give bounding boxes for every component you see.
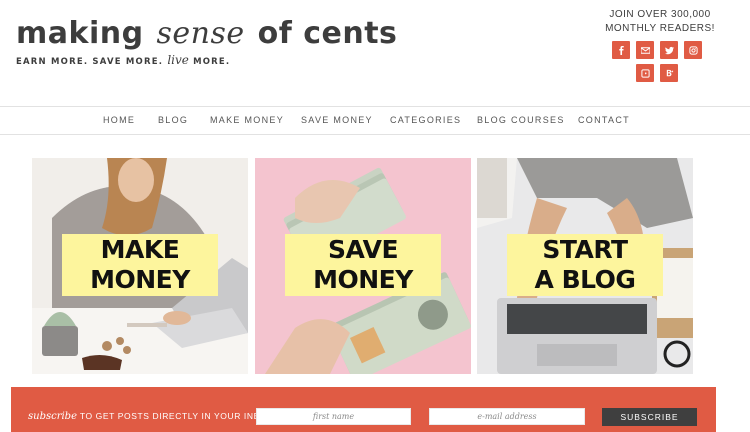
logo-word-making: making <box>16 16 144 51</box>
tile-save-money-line2: MONEY <box>313 265 413 294</box>
subscribe-cta: TO GET POSTS DIRECTLY IN YOUR INBOX! <box>79 411 277 421</box>
tile-make-money[interactable]: MAKE MONEY <box>32 158 248 374</box>
nav-contact[interactable]: CONTACT <box>578 115 630 125</box>
logo-word-of-cents: of cents <box>257 16 398 51</box>
readers-line2: MONTHLY READERS! <box>605 23 715 34</box>
tagline-part1: EARN MORE. SAVE MORE. <box>16 57 164 67</box>
tagline-live: live <box>167 53 189 67</box>
pinterest-icon[interactable] <box>636 64 654 82</box>
tile-save-money-label: SAVE MONEY <box>285 234 441 296</box>
readers-line1: JOIN OVER 300,000 <box>609 9 711 20</box>
facebook-icon[interactable] <box>612 41 630 59</box>
nav-categories[interactable]: CATEGORIES <box>390 115 461 125</box>
nav-blog-courses[interactable]: BLOG COURSES <box>477 115 565 125</box>
tile-make-money-line1: MAKE <box>100 235 180 264</box>
tile-start-a-blog-line1: START <box>542 235 628 264</box>
readers-callout: JOIN OVER 300,000 MONTHLY READERS! <box>600 8 720 36</box>
site-logo[interactable]: making sense of cents EARN MORE. SAVE MO… <box>16 16 397 67</box>
main-nav: HOME BLOG MAKE MONEY SAVE MONEY CATEGORI… <box>0 106 750 135</box>
tile-make-money-line2: MONEY <box>90 265 190 294</box>
email-icon[interactable] <box>636 41 654 59</box>
site-header: making sense of cents EARN MORE. SAVE MO… <box>0 0 750 106</box>
email-field[interactable] <box>429 408 585 425</box>
nav-blog[interactable]: BLOG <box>158 115 188 125</box>
logo-tagline: EARN MORE. SAVE MORE. live MORE. <box>16 53 397 67</box>
subscribe-bar: subscribe TO GET POSTS DIRECTLY IN YOUR … <box>11 387 716 432</box>
bloglovin-icon[interactable] <box>660 64 678 82</box>
nav-save-money[interactable]: SAVE MONEY <box>301 115 373 125</box>
subscribe-text: subscribe TO GET POSTS DIRECTLY IN YOUR … <box>28 411 276 422</box>
tagline-part3: MORE. <box>193 57 231 67</box>
logo-title: making sense of cents <box>16 16 397 52</box>
tile-start-a-blog-label: START A BLOG <box>507 234 663 296</box>
tile-save-money-line1: SAVE <box>327 235 399 264</box>
nav-home[interactable]: HOME <box>103 115 135 125</box>
tile-save-money[interactable]: SAVE MONEY <box>255 158 471 374</box>
subscribe-script: subscribe <box>28 411 78 422</box>
first-name-field[interactable] <box>256 408 411 425</box>
nav-make-money[interactable]: MAKE MONEY <box>210 115 284 125</box>
tile-make-money-label: MAKE MONEY <box>62 234 218 296</box>
twitter-icon[interactable] <box>660 41 678 59</box>
tile-start-a-blog[interactable]: START A BLOG <box>477 158 693 374</box>
instagram-icon[interactable] <box>684 41 702 59</box>
subscribe-button[interactable]: SUBSCRIBE <box>602 408 697 426</box>
logo-word-sense: sense <box>156 16 245 51</box>
tile-start-a-blog-line2: A BLOG <box>534 265 636 294</box>
